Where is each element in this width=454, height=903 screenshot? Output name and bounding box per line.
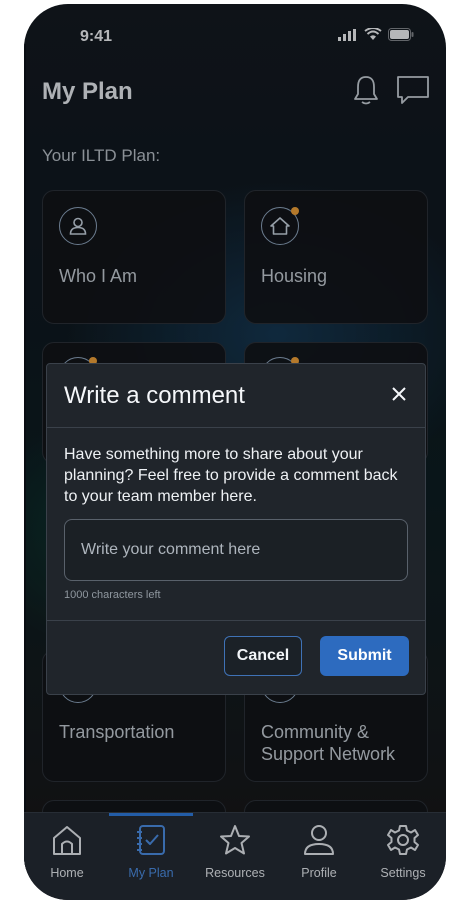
cancel-button[interactable]: Cancel <box>224 636 302 676</box>
modal-divider-bottom <box>47 620 425 621</box>
comment-field[interactable] <box>64 519 408 581</box>
char-count: 1000 characters left <box>64 589 161 601</box>
modal-title: Write a comment <box>64 382 245 409</box>
modal-description: Have something more to share about your … <box>64 446 398 505</box>
close-icon[interactable] <box>391 386 407 407</box>
modal-divider-top <box>47 427 425 428</box>
comment-input[interactable] <box>65 520 407 580</box>
comment-modal: Write a comment Have something more to s… <box>46 363 426 695</box>
phone-screen: 9:41 My Plan Your ILTD Plan: Who I Am Ho… <box>24 4 446 900</box>
submit-button[interactable]: Submit <box>320 636 409 676</box>
